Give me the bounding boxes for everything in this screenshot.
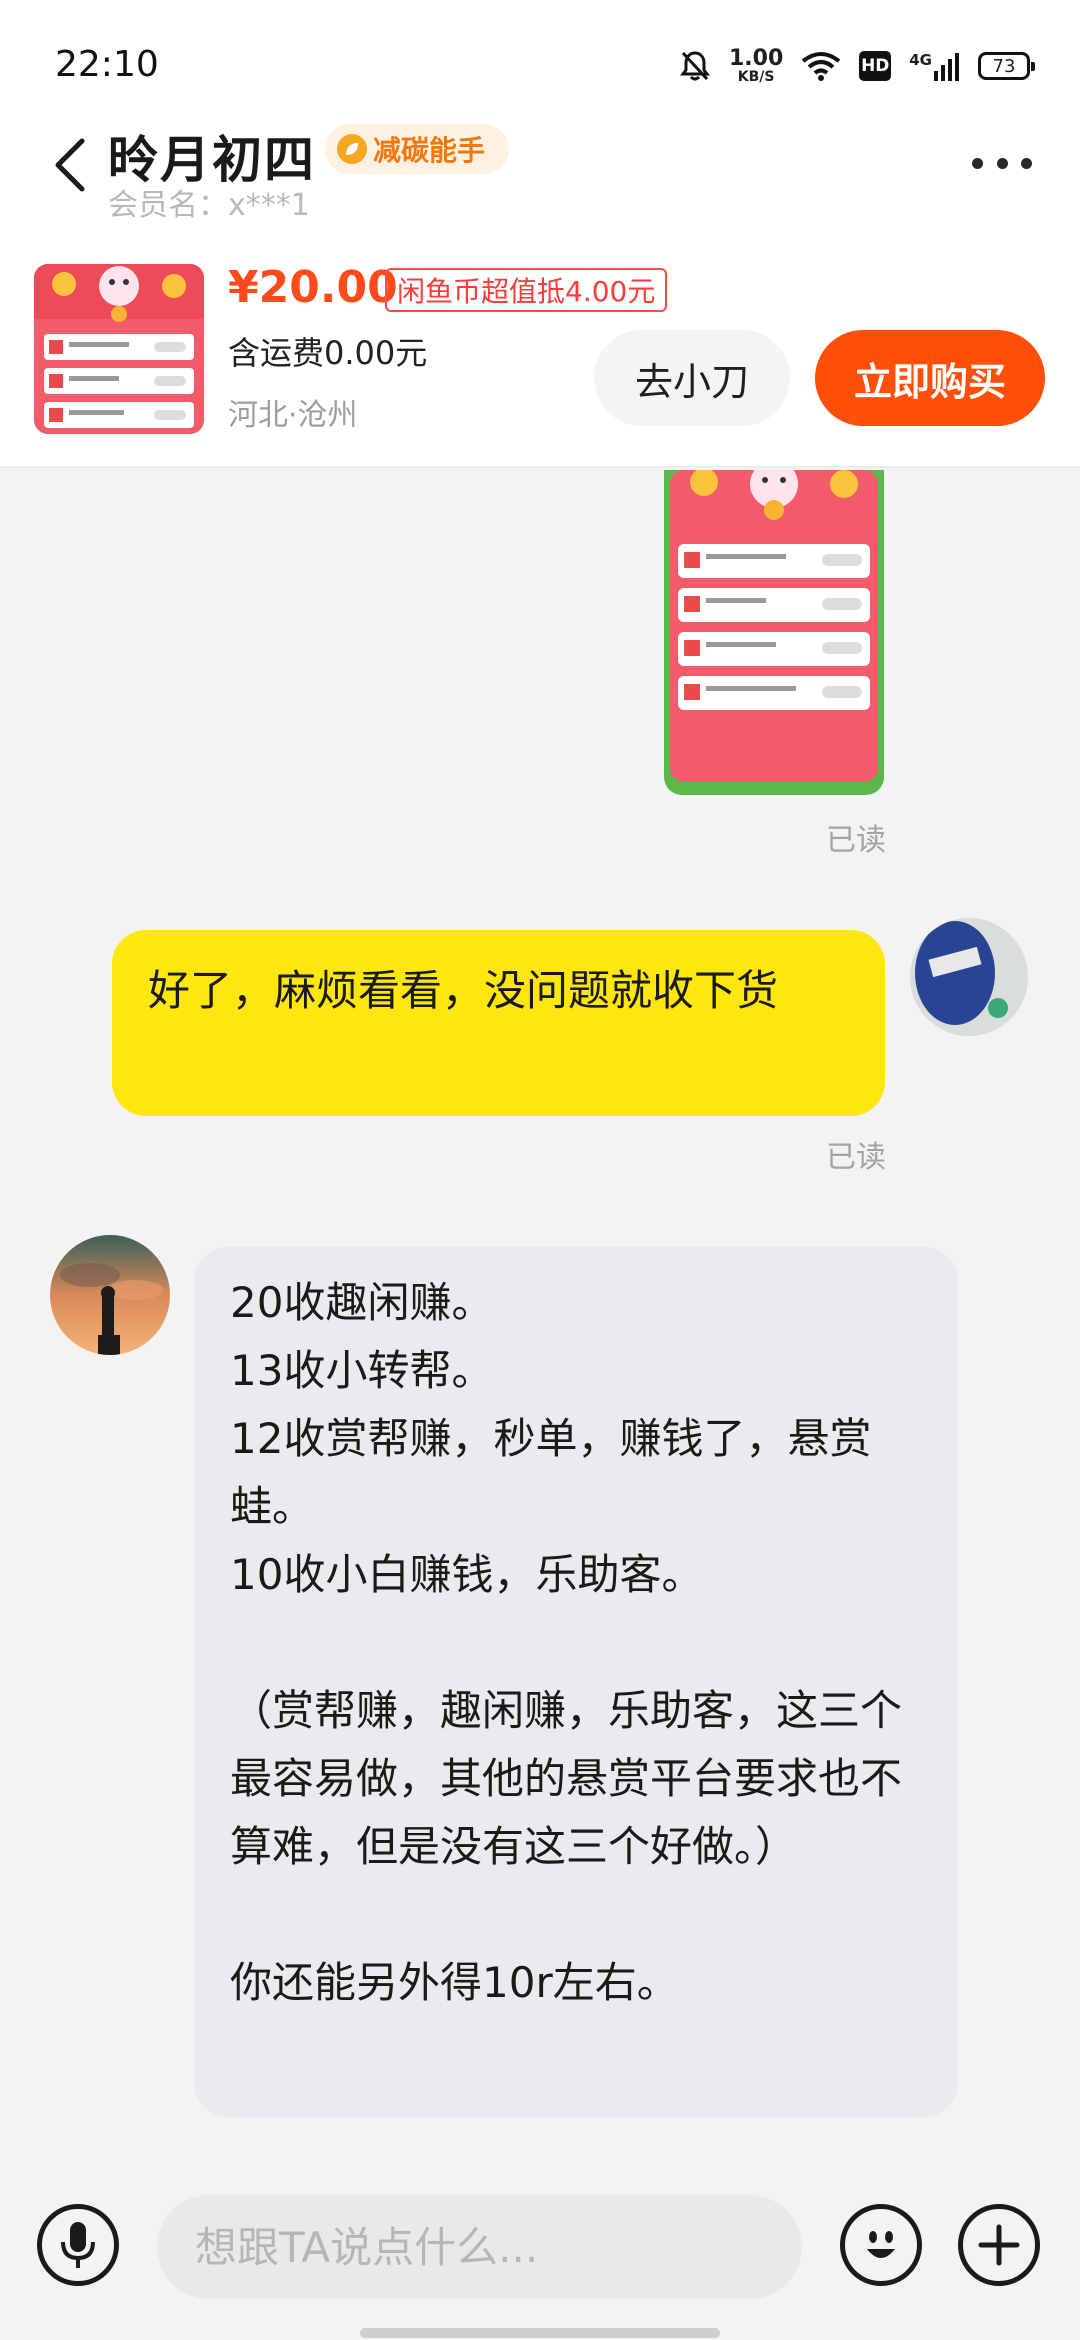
message-input[interactable] <box>157 2195 802 2299</box>
input-bar <box>0 2180 1080 2340</box>
hd-voice-icon: HD <box>859 51 892 81</box>
read-status: 已读 <box>826 823 886 858</box>
read-status: 已读 <box>826 1140 886 1175</box>
chat-screen: 22:10 1.00 KB/S HD 4G 73 昤月初四 减碳能手 会员名：x… <box>0 0 1080 2340</box>
message-line: 20收趣闲赚。 <box>230 1278 494 1327</box>
member-name: 会员名：x***1 <box>108 188 310 223</box>
microphone-icon[interactable] <box>37 2204 119 2286</box>
shipping-fee: 含运费0.00元 <box>228 334 428 372</box>
sent-image-message[interactable] <box>664 470 884 795</box>
leaf-badge-icon <box>337 134 367 164</box>
message-line <box>230 1881 922 1949</box>
message-line: （赏帮赚，趣闲赚，乐助客，这三个最容易做，其他的悬赏平台要求也不算难，但是没有这… <box>230 1686 903 1871</box>
contact-text-message[interactable]: 20收趣闲赚。 13收小转帮。 12收赏帮赚，秒单，赚钱了，悬赏蛙。 10收小白… <box>194 1247 958 2117</box>
message-line: 12收赏帮赚，秒单，赚钱了，悬赏蛙。 <box>230 1414 872 1531</box>
my-text-message[interactable]: 好了，麻烦看看，没问题就收下货 <box>112 930 885 1116</box>
product-price: ¥20.00 <box>228 262 398 313</box>
product-thumbnail[interactable] <box>34 264 204 434</box>
product-location: 河北·沧州 <box>228 398 358 433</box>
coin-discount-tag: 闲鱼币超值抵4.00元 <box>385 268 668 312</box>
message-line: 13收小转帮。 <box>230 1346 494 1395</box>
status-icons: 1.00 KB/S HD 4G 73 <box>679 44 1035 88</box>
battery-icon: 73 <box>978 52 1035 80</box>
status-bar: 22:10 1.00 KB/S HD 4G 73 <box>0 0 1080 120</box>
cellular-signal-icon: 4G <box>909 51 960 81</box>
my-avatar[interactable] <box>910 918 1028 1036</box>
network-speed: 1.00 KB/S <box>728 46 784 85</box>
chat-header: 昤月初四 减碳能手 会员名：x***1 <box>0 120 1080 250</box>
bargain-button[interactable]: 去小刀 <box>594 330 790 426</box>
message-line: 10收小白赚钱，乐助客。 <box>230 1550 704 1599</box>
product-card[interactable]: ¥20.00 闲鱼币超值抵4.00元 含运费0.00元 河北·沧州 去小刀 立即… <box>0 250 1080 468</box>
status-time: 22:10 <box>55 44 159 85</box>
message-line <box>230 1609 922 1677</box>
message-list[interactable]: 已读 好了，麻烦看看，没问题就收下货 已读 20收趣闲赚。 13收小转帮。 12… <box>0 470 1080 2170</box>
buy-now-button[interactable]: 立即购买 <box>815 330 1045 426</box>
more-options-icon[interactable] <box>972 148 1032 178</box>
message-line: 你还能另外得10r左右。 <box>230 1958 679 2007</box>
emoji-icon[interactable] <box>840 2204 922 2286</box>
plus-icon[interactable] <box>958 2204 1040 2286</box>
contact-avatar[interactable] <box>50 1235 170 1355</box>
home-indicator[interactable] <box>360 2328 720 2338</box>
carbon-badge[interactable]: 减碳能手 <box>325 124 510 174</box>
badge-label: 减碳能手 <box>373 134 486 167</box>
mute-bell-icon <box>679 49 711 83</box>
wifi-icon <box>801 51 841 81</box>
back-arrow-icon[interactable] <box>50 130 100 200</box>
